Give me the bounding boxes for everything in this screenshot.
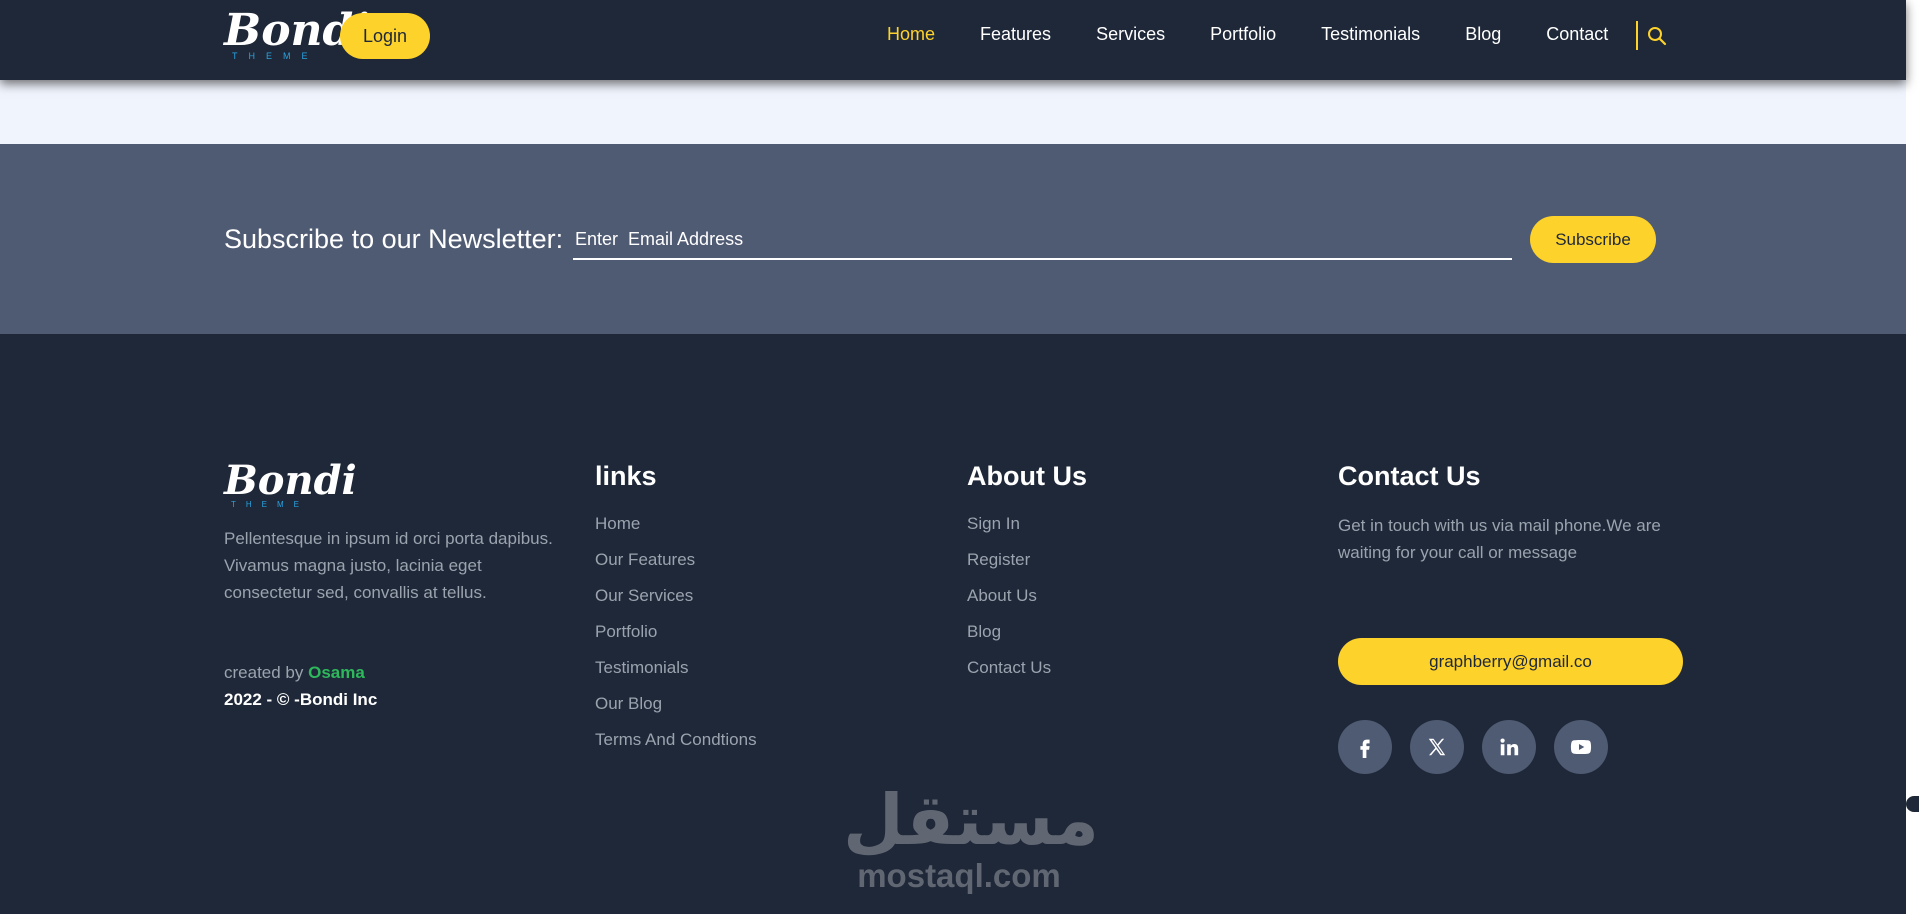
nav-item-portfolio[interactable]: Portfolio <box>1210 24 1276 45</box>
footer-link-portfolio[interactable]: Portfolio <box>595 621 757 657</box>
light-section-strip <box>0 80 1906 144</box>
about-list: Sign In Register About Us Blog Contact U… <box>967 513 1051 693</box>
footer-link-our-services[interactable]: Our Services <box>595 585 757 621</box>
login-button[interactable]: Login <box>340 13 430 59</box>
main-nav: Home Features Services Portfolio Testimo… <box>887 24 1653 45</box>
subscribe-button[interactable]: Subscribe <box>1530 216 1656 263</box>
footer-link-blog[interactable]: Blog <box>967 621 1051 657</box>
facebook-icon[interactable] <box>1338 720 1392 774</box>
newsletter-section: Subscribe to our Newsletter: Subscribe <box>0 144 1906 334</box>
author-link[interactable]: Osama <box>308 663 365 682</box>
about-title: About Us <box>967 461 1087 491</box>
nav-item-home[interactable]: Home <box>887 24 935 45</box>
newsletter-label: Subscribe to our Newsletter: <box>224 224 564 254</box>
newsletter-email-input[interactable] <box>573 220 1512 260</box>
footer-logo[interactable]: Bondi THEME <box>224 461 357 509</box>
created-by-prefix: created by <box>224 663 304 682</box>
footer-link-terms[interactable]: Terms And Condtions <box>595 729 757 765</box>
footer-link-our-blog[interactable]: Our Blog <box>595 693 757 729</box>
footer-link-contact-us[interactable]: Contact Us <box>967 657 1051 693</box>
watermark-latin-text: mostaql.com <box>857 857 1061 894</box>
footer-link-home[interactable]: Home <box>595 513 757 549</box>
youtube-icon[interactable] <box>1554 720 1608 774</box>
footer-link-sign-in[interactable]: Sign In <box>967 513 1051 549</box>
nav-item-testimonials[interactable]: Testimonials <box>1321 24 1420 45</box>
linkedin-icon[interactable] <box>1482 720 1536 774</box>
footer-link-our-features[interactable]: Our Features <box>595 549 757 585</box>
footer-logo-script-text: Bondi <box>224 457 357 504</box>
social-links <box>1338 720 1608 774</box>
search-icon[interactable] <box>1647 26 1667 46</box>
nav-item-blog[interactable]: Blog <box>1465 24 1501 45</box>
footer-link-register[interactable]: Register <box>967 549 1051 585</box>
scrollbar-thumb[interactable] <box>1906 796 1919 812</box>
nav-item-features[interactable]: Features <box>980 24 1051 45</box>
contact-title: Contact Us <box>1338 461 1481 491</box>
footer-description: Pellentesque in ipsum id orci porta dapi… <box>224 529 553 602</box>
scrollbar-gutter[interactable] <box>1906 0 1919 914</box>
created-by: created by Osama <box>224 663 365 683</box>
top-navbar: Bondi THEME Login Home Features Services… <box>0 0 1906 80</box>
nav-item-contact[interactable]: Contact <box>1546 24 1608 45</box>
links-title: links <box>595 461 657 491</box>
footer-link-testimonials[interactable]: Testimonials <box>595 657 757 693</box>
contact-description: Get in touch with us via mail phone.We a… <box>1338 516 1661 562</box>
links-list: Home Our Features Our Services Portfolio… <box>595 513 757 765</box>
nav-divider <box>1636 21 1638 50</box>
mostaql-watermark: مستقل mostaql.com <box>843 779 1100 900</box>
nav-item-services[interactable]: Services <box>1096 24 1165 45</box>
x-twitter-icon[interactable] <box>1410 720 1464 774</box>
footer-link-about-us[interactable]: About Us <box>967 585 1051 621</box>
email-button[interactable]: graphberry@gmail.co <box>1338 638 1683 685</box>
watermark-arabic-text: مستقل <box>843 779 1100 861</box>
copyright-text: 2022 - © -Bondi Inc <box>224 690 378 709</box>
